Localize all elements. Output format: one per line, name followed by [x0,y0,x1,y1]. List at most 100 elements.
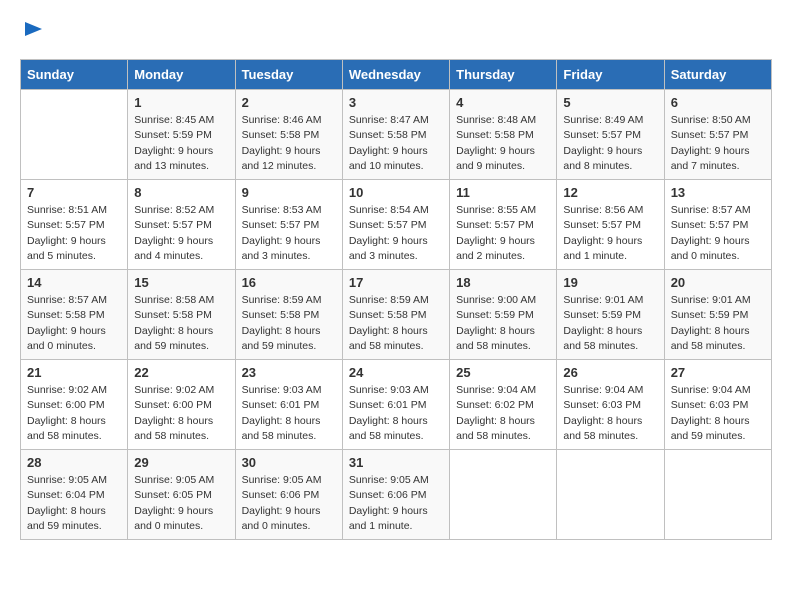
day-number: 5 [563,95,657,110]
day-info: Sunrise: 9:05 AMSunset: 6:06 PMDaylight:… [242,473,336,534]
calendar-cell: 24 Sunrise: 9:03 AMSunset: 6:01 PMDayligh… [342,360,449,450]
calendar-cell: 5 Sunrise: 8:49 AMSunset: 5:57 PMDaylight… [557,90,664,180]
column-header-tuesday: Tuesday [235,60,342,90]
day-number: 2 [242,95,336,110]
day-number: 25 [456,365,550,380]
column-header-friday: Friday [557,60,664,90]
calendar-cell [664,450,771,540]
day-info: Sunrise: 9:04 AMSunset: 6:03 PMDaylight:… [563,383,657,444]
day-info: Sunrise: 8:46 AMSunset: 5:58 PMDaylight:… [242,113,336,174]
logo-flag-icon [22,20,46,44]
day-info: Sunrise: 9:03 AMSunset: 6:01 PMDaylight:… [242,383,336,444]
day-number: 10 [349,185,443,200]
day-number: 19 [563,275,657,290]
day-number: 3 [349,95,443,110]
day-number: 20 [671,275,765,290]
calendar-cell: 15 Sunrise: 8:58 AMSunset: 5:58 PMDayligh… [128,270,235,360]
day-number: 15 [134,275,228,290]
day-info: Sunrise: 9:03 AMSunset: 6:01 PMDaylight:… [349,383,443,444]
day-info: Sunrise: 9:04 AMSunset: 6:03 PMDaylight:… [671,383,765,444]
calendar-cell: 20 Sunrise: 9:01 AMSunset: 5:59 PMDayligh… [664,270,771,360]
day-number: 23 [242,365,336,380]
calendar-cell: 30 Sunrise: 9:05 AMSunset: 6:06 PMDayligh… [235,450,342,540]
day-info: Sunrise: 8:55 AMSunset: 5:57 PMDaylight:… [456,203,550,264]
column-header-wednesday: Wednesday [342,60,449,90]
day-number: 31 [349,455,443,470]
day-number: 21 [27,365,121,380]
day-number: 24 [349,365,443,380]
calendar-cell: 7 Sunrise: 8:51 AMSunset: 5:57 PMDaylight… [21,180,128,270]
day-number: 14 [27,275,121,290]
day-info: Sunrise: 8:57 AMSunset: 5:57 PMDaylight:… [671,203,765,264]
calendar-cell: 6 Sunrise: 8:50 AMSunset: 5:57 PMDaylight… [664,90,771,180]
day-info: Sunrise: 8:48 AMSunset: 5:58 PMDaylight:… [456,113,550,174]
day-number: 7 [27,185,121,200]
day-info: Sunrise: 8:47 AMSunset: 5:58 PMDaylight:… [349,113,443,174]
calendar-cell: 27 Sunrise: 9:04 AMSunset: 6:03 PMDayligh… [664,360,771,450]
calendar-cell: 17Sunrise: 8:59 AMSunset: 5:58 PMDayligh… [342,270,449,360]
day-info: Sunrise: 9:00 AMSunset: 5:59 PMDaylight:… [456,293,550,354]
day-info: Sunrise: 8:58 AMSunset: 5:58 PMDaylight:… [134,293,228,354]
day-info: Sunrise: 8:57 AMSunset: 5:58 PMDaylight:… [27,293,121,354]
day-number: 9 [242,185,336,200]
day-number: 27 [671,365,765,380]
day-number: 6 [671,95,765,110]
day-info: Sunrise: 8:59 AMSunset: 5:58 PMDaylight:… [349,293,443,354]
column-header-thursday: Thursday [450,60,557,90]
day-number: 16 [242,275,336,290]
calendar-cell: 2 Sunrise: 8:46 AMSunset: 5:58 PMDaylight… [235,90,342,180]
day-info: Sunrise: 9:04 AMSunset: 6:02 PMDaylight:… [456,383,550,444]
calendar-cell: 3 Sunrise: 8:47 AMSunset: 5:58 PMDaylight… [342,90,449,180]
day-number: 26 [563,365,657,380]
calendar-cell: 21 Sunrise: 9:02 AMSunset: 6:00 PMDayligh… [21,360,128,450]
day-number: 1 [134,95,228,110]
day-info: Sunrise: 9:01 AMSunset: 5:59 PMDaylight:… [671,293,765,354]
day-number: 22 [134,365,228,380]
calendar-cell: 8 Sunrise: 8:52 AMSunset: 5:57 PMDaylight… [128,180,235,270]
calendar-cell: 10 Sunrise: 8:54 AMSunset: 5:57 PMDayligh… [342,180,449,270]
day-info: Sunrise: 9:05 AMSunset: 6:05 PMDaylight:… [134,473,228,534]
calendar-cell: 31 Sunrise: 9:05 AMSunset: 6:06 PMDayligh… [342,450,449,540]
column-header-sunday: Sunday [21,60,128,90]
calendar-table: SundayMondayTuesdayWednesdayThursdayFrid… [20,59,772,540]
logo [20,20,46,49]
day-info: Sunrise: 9:02 AMSunset: 6:00 PMDaylight:… [27,383,121,444]
day-number: 30 [242,455,336,470]
day-info: Sunrise: 8:50 AMSunset: 5:57 PMDaylight:… [671,113,765,174]
column-header-monday: Monday [128,60,235,90]
calendar-cell: 29 Sunrise: 9:05 AMSunset: 6:05 PMDayligh… [128,450,235,540]
page-header [20,20,772,49]
calendar-cell: 4Sunrise: 8:48 AMSunset: 5:58 PMDaylight… [450,90,557,180]
calendar-cell: 22Sunrise: 9:02 AMSunset: 6:00 PMDayligh… [128,360,235,450]
calendar-cell: 12 Sunrise: 8:56 AMSunset: 5:57 PMDayligh… [557,180,664,270]
day-number: 28 [27,455,121,470]
day-info: Sunrise: 8:45 AMSunset: 5:59 PMDaylight:… [134,113,228,174]
day-number: 18 [456,275,550,290]
calendar-cell: 25 Sunrise: 9:04 AMSunset: 6:02 PMDayligh… [450,360,557,450]
calendar-cell: 19 Sunrise: 9:01 AMSunset: 5:59 PMDayligh… [557,270,664,360]
calendar-cell: 18 Sunrise: 9:00 AMSunset: 5:59 PMDayligh… [450,270,557,360]
calendar-cell: 14 Sunrise: 8:57 AMSunset: 5:58 PMDayligh… [21,270,128,360]
calendar-cell: 28 Sunrise: 9:05 AMSunset: 6:04 PMDayligh… [21,450,128,540]
day-number: 11 [456,185,550,200]
day-number: 8 [134,185,228,200]
calendar-cell: 26 Sunrise: 9:04 AMSunset: 6:03 PMDayligh… [557,360,664,450]
calendar-cell [557,450,664,540]
day-info: Sunrise: 8:53 AMSunset: 5:57 PMDaylight:… [242,203,336,264]
day-info: Sunrise: 8:51 AMSunset: 5:57 PMDaylight:… [27,203,121,264]
day-number: 12 [563,185,657,200]
day-info: Sunrise: 8:56 AMSunset: 5:57 PMDaylight:… [563,203,657,264]
day-info: Sunrise: 9:05 AMSunset: 6:04 PMDaylight:… [27,473,121,534]
day-number: 29 [134,455,228,470]
day-info: Sunrise: 9:05 AMSunset: 6:06 PMDaylight:… [349,473,443,534]
day-info: Sunrise: 8:52 AMSunset: 5:57 PMDaylight:… [134,203,228,264]
calendar-cell: 23 Sunrise: 9:03 AMSunset: 6:01 PMDayligh… [235,360,342,450]
column-header-saturday: Saturday [664,60,771,90]
day-info: Sunrise: 8:59 AMSunset: 5:58 PMDaylight:… [242,293,336,354]
day-info: Sunrise: 8:49 AMSunset: 5:57 PMDaylight:… [563,113,657,174]
day-info: Sunrise: 9:01 AMSunset: 5:59 PMDaylight:… [563,293,657,354]
calendar-cell: 13 Sunrise: 8:57 AMSunset: 5:57 PMDayligh… [664,180,771,270]
calendar-cell [450,450,557,540]
day-info: Sunrise: 8:54 AMSunset: 5:57 PMDaylight:… [349,203,443,264]
day-number: 13 [671,185,765,200]
